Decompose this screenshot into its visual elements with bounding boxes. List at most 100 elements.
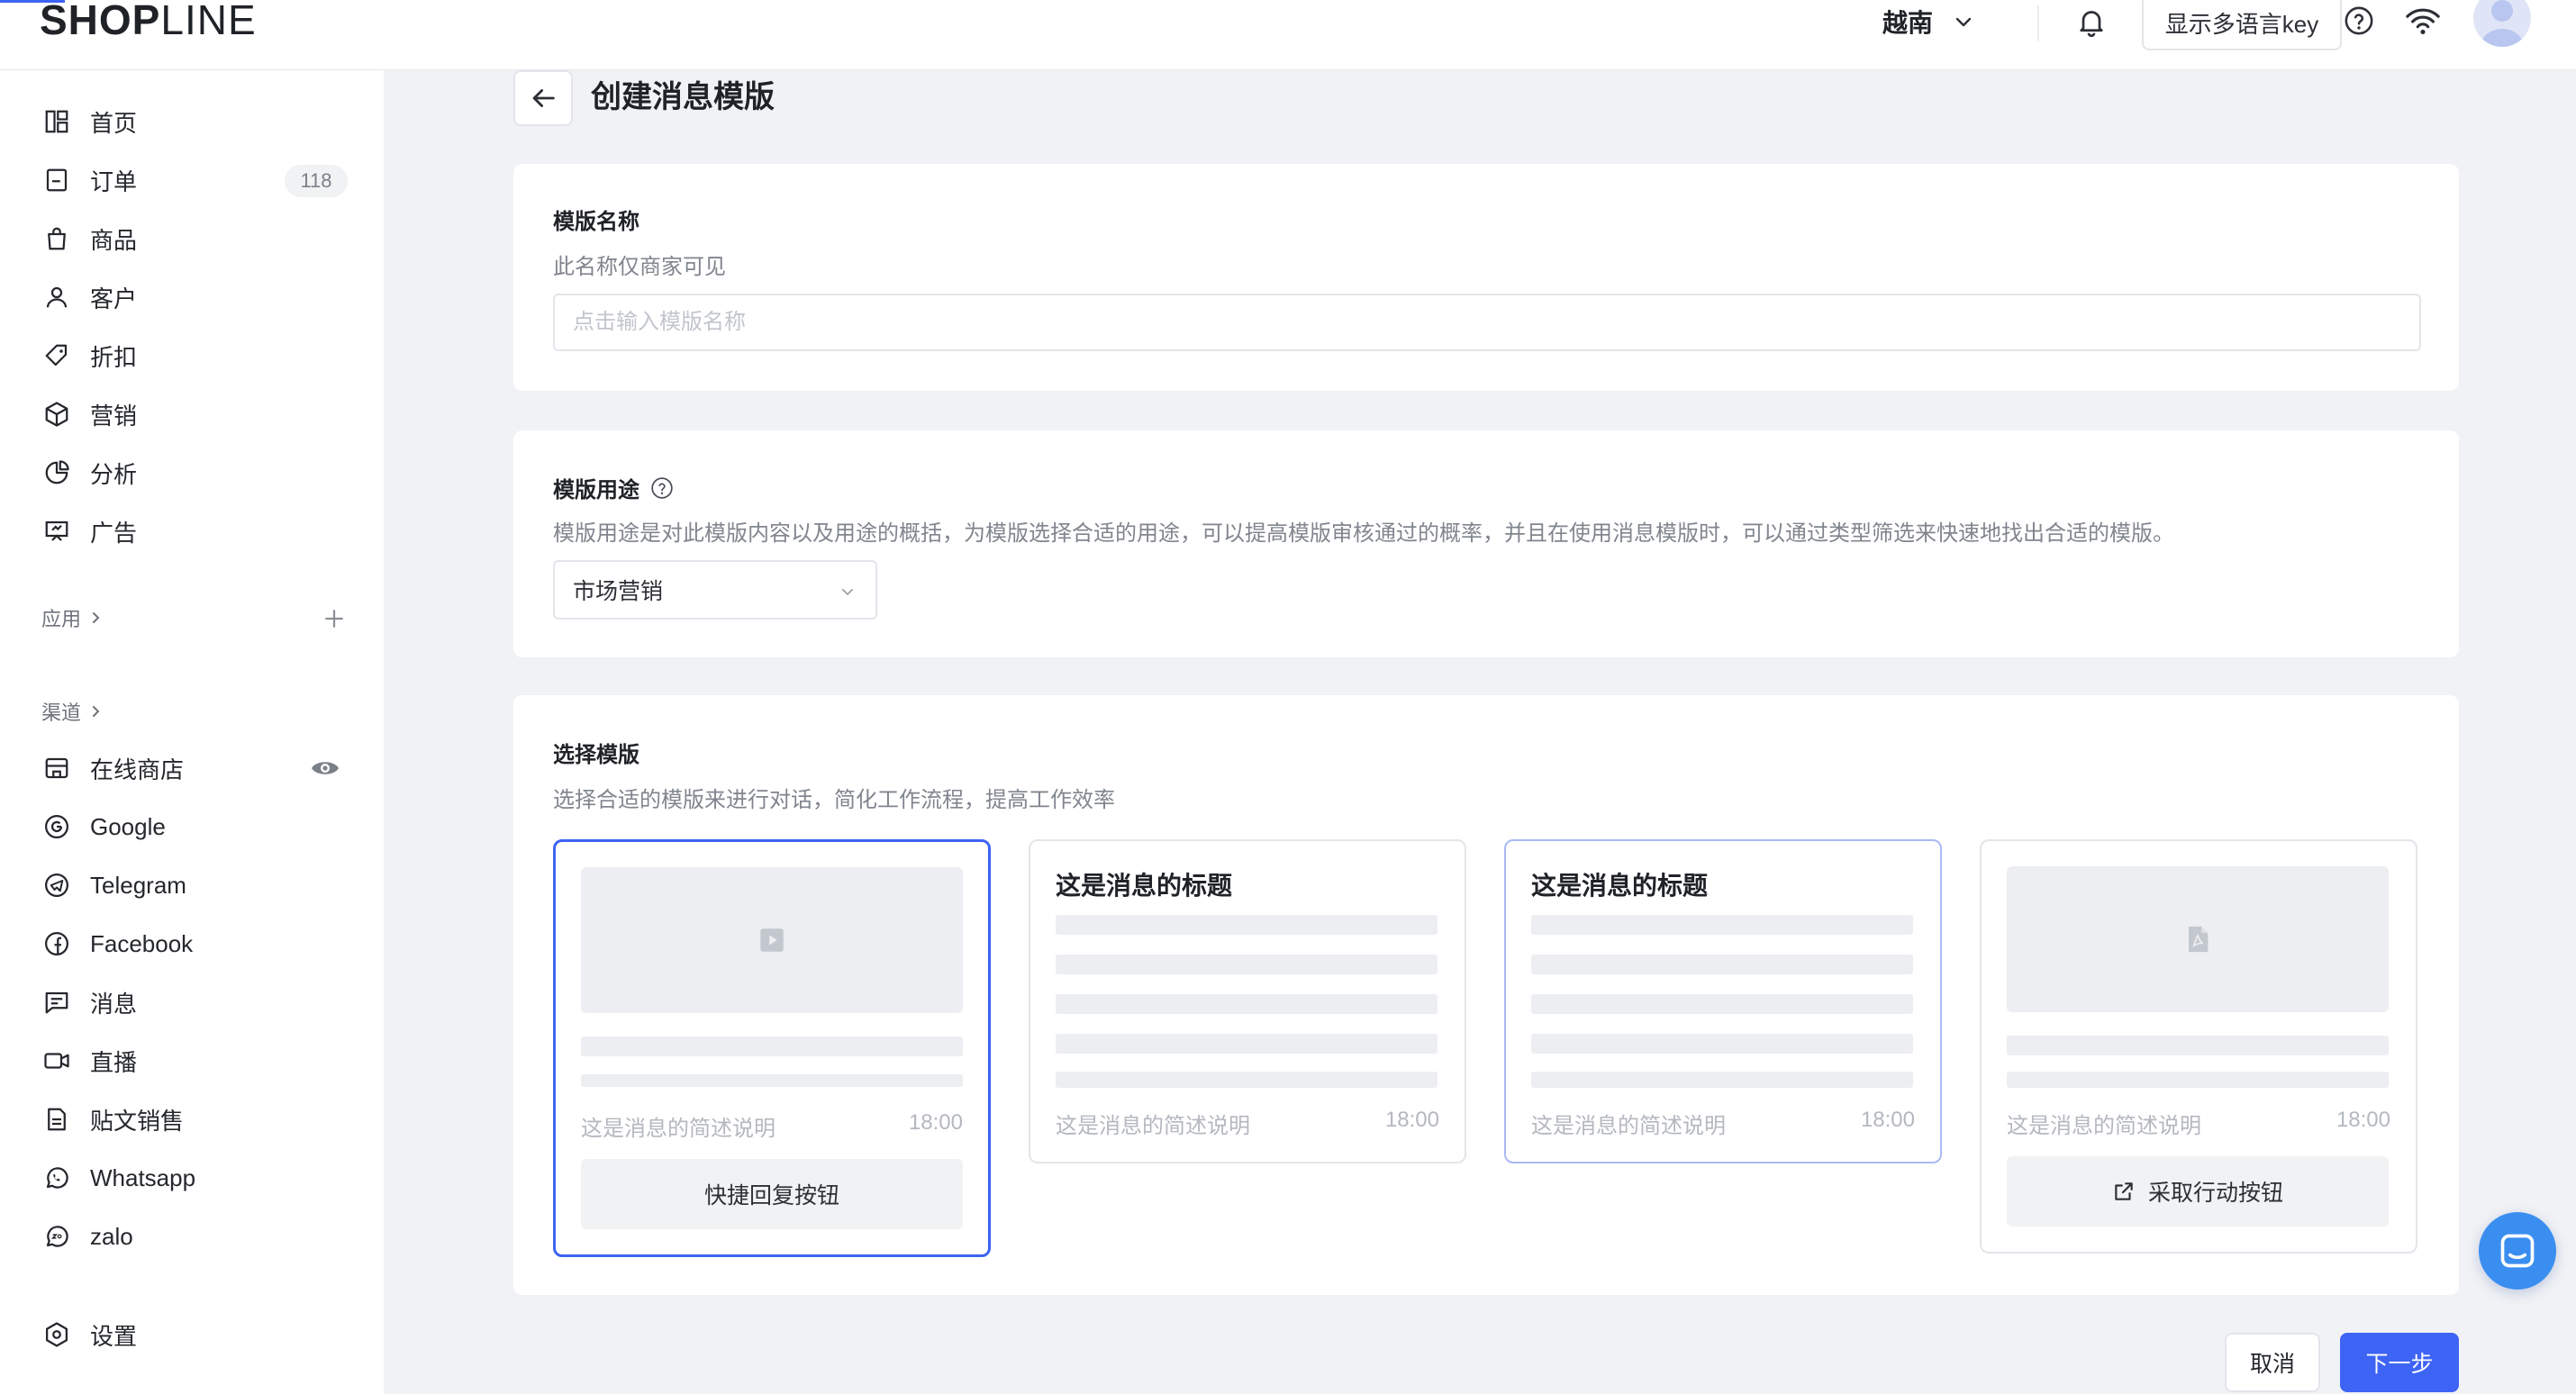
user-icon: [41, 282, 72, 312]
content-line-placeholder: [1531, 994, 1913, 1014]
content-line-placeholder: [1056, 915, 1438, 935]
region-selector[interactable]: 越南: [1882, 4, 1974, 40]
template-usage-card: 模版用途 模版用途是对此模版内容以及用途的概括，为模版选择合适的用途，可以提高模…: [513, 430, 2459, 657]
help-icon[interactable]: [650, 476, 674, 500]
sidebar-item-label: 广告: [90, 519, 138, 547]
usage-select[interactable]: 市场营销: [553, 560, 877, 620]
sidebar-item-label: 直播: [90, 1048, 138, 1076]
logo-text-light: LINE: [160, 0, 257, 43]
content-line-placeholder: [2007, 1072, 2389, 1088]
sidebar-item-customers[interactable]: 客户: [41, 275, 348, 320]
next-step-button[interactable]: 下一步: [2340, 1333, 2459, 1392]
sidebar-item-label: 贴文销售: [90, 1107, 185, 1135]
region-label: 越南: [1882, 9, 1934, 37]
sidebar-item-products[interactable]: 商品: [41, 216, 348, 261]
add-app-icon[interactable]: [321, 605, 348, 632]
sidebar-item-label: 分析: [90, 460, 138, 488]
sidebar-item-label: 消息: [90, 990, 138, 1018]
sidebar-item-messages[interactable]: 消息: [41, 980, 348, 1025]
chat-support-button[interactable]: [2479, 1212, 2556, 1290]
content-line-placeholder: [1056, 955, 1438, 974]
sidebar-item-live[interactable]: 直播: [41, 1038, 348, 1083]
sidebar-item-label: 营销: [90, 402, 138, 430]
sidebar-item-google[interactable]: Google: [41, 804, 348, 849]
cube-icon: [41, 399, 72, 430]
template-desc: 这是消息的简述说明: [1531, 1114, 1726, 1138]
sidebar-item-discounts[interactable]: 折扣: [41, 333, 348, 378]
logo-text-bold: SHOP: [40, 0, 161, 43]
google-icon: [41, 811, 72, 842]
template-time: 18:00: [2336, 1108, 2390, 1132]
chevron-down-icon: [1955, 17, 1972, 27]
quick-reply-button-preview: 快捷回复按钮: [581, 1159, 963, 1229]
arrow-left-icon: [532, 89, 555, 107]
sidebar-item-label: 商品: [90, 226, 138, 254]
media-placeholder: [581, 867, 963, 1013]
choose-template-desc: 选择合适的模版来进行对话，简化工作流程，提高工作效率: [553, 788, 1115, 812]
template-usage-title: 模版用途: [553, 472, 674, 503]
sidebar-item-label: 在线商店: [90, 756, 185, 783]
sidebar-item-marketing[interactable]: 营销: [41, 392, 348, 437]
tag-icon: [41, 340, 72, 371]
choose-template-title: 选择模版: [553, 737, 639, 768]
sidebar-item-post-sales[interactable]: 贴文销售: [41, 1097, 348, 1142]
home-icon: [41, 106, 72, 137]
help-icon[interactable]: [2344, 5, 2374, 36]
template-time: 18:00: [1384, 1108, 1439, 1132]
quick-reply-button-label: 快捷回复按钮: [703, 1183, 839, 1208]
action-button-preview: 采取行动按钮: [2007, 1156, 2389, 1227]
content-line-placeholder: [1056, 1034, 1438, 1054]
back-button[interactable]: [513, 70, 573, 126]
sidebar: 首页 订单 118 商品 客户 折扣 营销 分析 广告 应用 渠道 在线商店 G…: [0, 70, 384, 1394]
eye-icon[interactable]: [310, 756, 340, 780]
shopline-logo[interactable]: SHOPLINE: [40, 0, 257, 43]
template-desc: 这是消息的简述说明: [1056, 1114, 1250, 1138]
bell-icon[interactable]: [2075, 5, 2108, 38]
chevron-down-icon: [841, 588, 854, 595]
sidebar-item-home[interactable]: 首页: [41, 99, 348, 144]
template-time: 18:00: [908, 1110, 963, 1135]
chevron-right-icon: [93, 612, 100, 623]
template-option-video[interactable]: 这是消息的简述说明 18:00 快捷回复按钮: [553, 839, 991, 1257]
action-button-label: 采取行动按钮: [2147, 1181, 2283, 1206]
external-link-icon: [2115, 1182, 2133, 1200]
template-option-document[interactable]: 这是消息的简述说明 18:00 采取行动按钮: [1980, 839, 2417, 1254]
sidebar-item-facebook[interactable]: Facebook: [41, 921, 348, 966]
order-icon: [41, 165, 72, 195]
choose-template-card: 选择模版 选择合适的模版来进行对话，简化工作流程，提高工作效率 这是消息的简述说…: [513, 695, 2459, 1295]
sidebar-item-label: zalo: [90, 1222, 133, 1250]
sidebar-item-settings[interactable]: 设置: [41, 1312, 348, 1357]
chevron-right-icon: [93, 706, 100, 717]
post-icon: [41, 1104, 72, 1135]
cancel-button[interactable]: 取消: [2225, 1333, 2320, 1392]
sidebar-item-label: Telegram: [90, 871, 186, 899]
apps-section-toggle[interactable]: 应用: [41, 603, 103, 632]
avatar[interactable]: [2473, 0, 2531, 47]
apps-section-label: 应用: [41, 608, 82, 630]
page-title: 创建消息模版: [591, 80, 775, 114]
settings-icon: [41, 1319, 72, 1350]
video-icon: [41, 1046, 72, 1076]
content-line-placeholder: [1531, 915, 1913, 935]
sidebar-item-zalo[interactable]: zalo: [41, 1214, 348, 1259]
template-name-input[interactable]: [553, 294, 2421, 351]
template-name-title: 模版名称: [553, 204, 639, 235]
show-multilang-key-button[interactable]: 显示多语言key: [2142, 0, 2342, 50]
template-title: 这是消息的标题: [1056, 872, 1233, 900]
sidebar-item-online-store[interactable]: 在线商店: [41, 746, 348, 791]
sidebar-item-orders[interactable]: 订单 118: [41, 158, 348, 203]
channels-section-toggle[interactable]: 渠道: [41, 697, 103, 726]
template-title: 这是消息的标题: [1531, 872, 1709, 900]
template-name-desc: 此名称仅商家可见: [553, 255, 726, 279]
whatsapp-icon: [41, 1163, 72, 1193]
wifi-icon[interactable]: [2405, 5, 2441, 38]
sidebar-item-whatsapp[interactable]: Whatsapp: [41, 1155, 348, 1200]
template-option-text[interactable]: 这是消息的标题 这是消息的简述说明 18:00: [1029, 839, 1466, 1163]
template-option-text-alt[interactable]: 这是消息的标题 这是消息的简述说明 18:00: [1504, 839, 1942, 1163]
chat-icon: [2500, 1234, 2535, 1268]
sidebar-item-ads[interactable]: 广告: [41, 509, 348, 554]
sidebar-item-analytics[interactable]: 分析: [41, 450, 348, 495]
sidebar-item-telegram[interactable]: Telegram: [41, 863, 348, 908]
sidebar-item-label: Facebook: [90, 929, 194, 957]
channels-section-label: 渠道: [41, 702, 82, 724]
